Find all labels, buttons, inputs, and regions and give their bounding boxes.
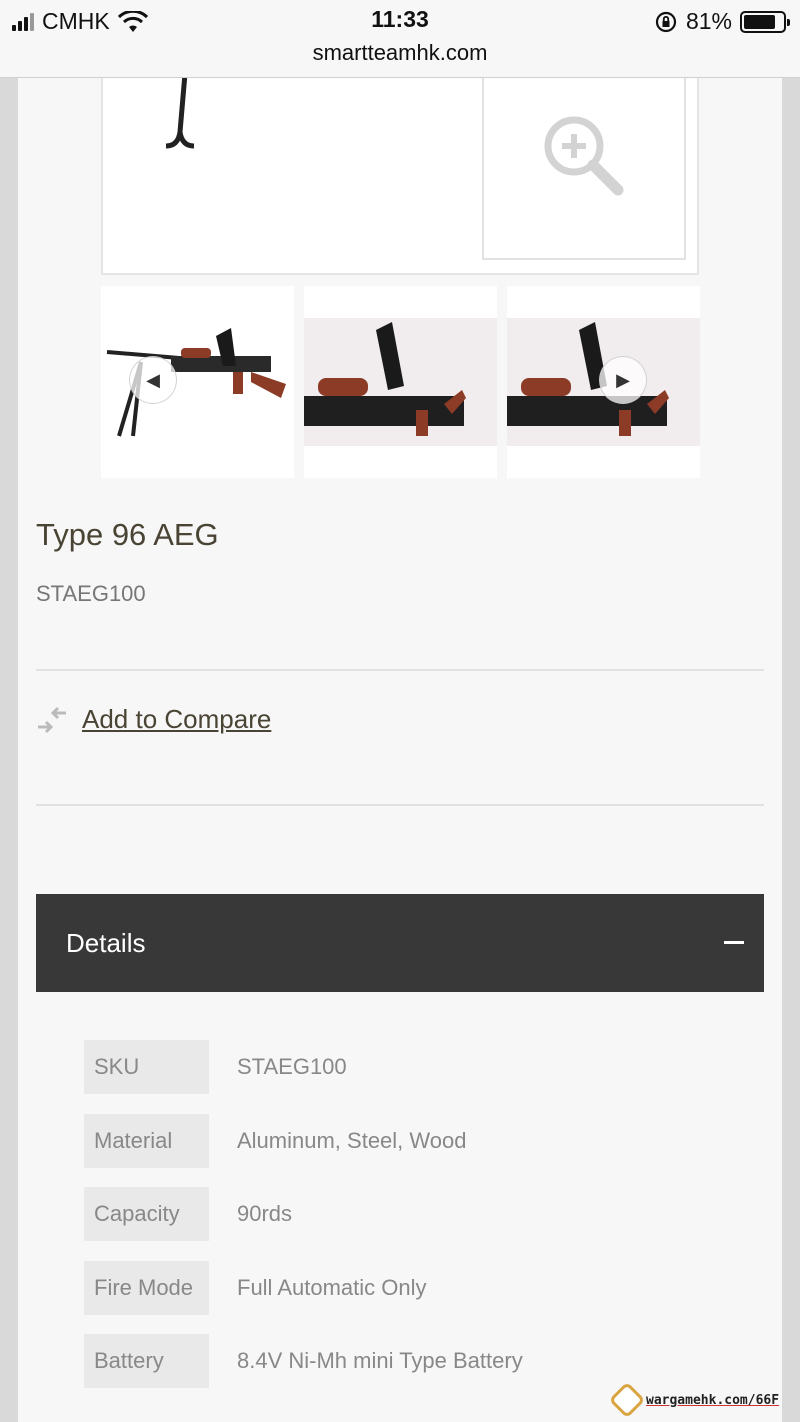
main-product-image[interactable] (101, 60, 699, 275)
details-accordion-header[interactable]: Details (36, 894, 764, 992)
spec-label: Fire Mode (84, 1260, 209, 1315)
battery-icon (740, 10, 790, 33)
chevron-right-icon: ▶ (616, 369, 630, 390)
product-page: ◀ ▶ Type 96 AEG STAEG100 Add to Compare … (18, 0, 782, 1422)
status-bar: CMHK 11:33 smartteamhk.com 81% (0, 0, 800, 78)
watermark: wargamehk.com/66F (608, 1381, 780, 1419)
add-to-compare-link[interactable]: Add to Compare (36, 704, 271, 735)
thumbnail-strip: ◀ ▶ (101, 286, 700, 478)
zoom-button[interactable] (482, 62, 686, 260)
collapse-minus-icon[interactable] (724, 941, 744, 944)
spec-label: Material (84, 1113, 209, 1168)
status-right: 81% (654, 8, 790, 35)
next-arrow-button[interactable]: ▶ (599, 356, 647, 404)
spec-value: Aluminum, Steel, Wood (237, 1127, 467, 1153)
product-title: Type 96 AEG (36, 517, 219, 552)
spec-value: STAEG100 (237, 1054, 347, 1079)
product-sku: STAEG100 (36, 581, 146, 606)
spec-value: Full Automatic Only (237, 1274, 427, 1300)
zoom-in-icon (544, 116, 624, 196)
battery-percent: 81% (685, 8, 732, 34)
thumbnail-1[interactable]: ◀ (101, 286, 294, 478)
divider (36, 669, 764, 671)
spec-label: Battery (84, 1334, 209, 1388)
watermark-text: wargamehk.com/66F (646, 1392, 780, 1408)
watermark-logo-icon (608, 1381, 646, 1419)
thumbnail-2[interactable] (304, 286, 497, 478)
rotation-lock-icon (655, 11, 677, 32)
details-title: Details (66, 928, 146, 958)
spec-value: 90rds (237, 1201, 293, 1226)
spec-value: 8.4V Ni-Mh mini Type Battery (237, 1348, 523, 1373)
compare-arrows-icon (38, 706, 66, 733)
spec-label: Capacity (84, 1187, 209, 1241)
add-to-compare-label[interactable]: Add to Compare (82, 704, 271, 735)
thumbnail-3[interactable]: ▶ (507, 286, 700, 478)
divider (36, 804, 764, 806)
chevron-left-icon: ◀ (146, 369, 160, 390)
previous-arrow-button[interactable]: ◀ (129, 356, 177, 404)
address-bar-url[interactable]: smartteamhk.com (0, 40, 800, 66)
gun-closeup-image (304, 318, 497, 446)
spec-label: SKU (84, 1040, 209, 1094)
